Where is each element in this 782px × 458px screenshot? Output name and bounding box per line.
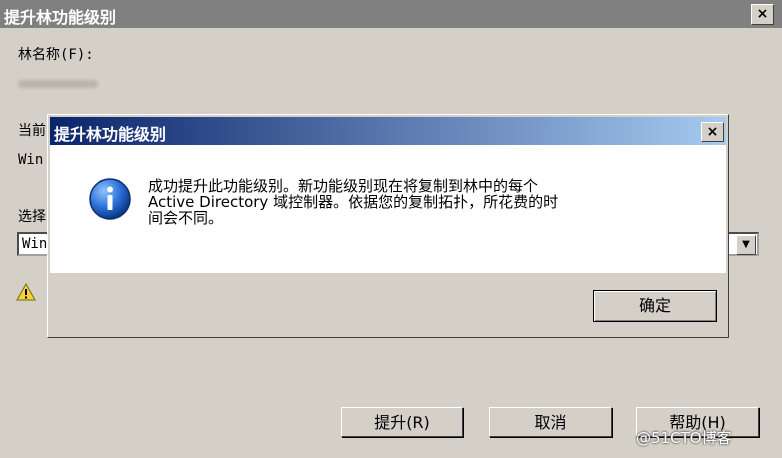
dialog-close-button[interactable]: × — [701, 122, 724, 142]
chevron-down-icon[interactable]: ▼ — [736, 235, 756, 255]
dialog-message: 成功提升此功能级别。新功能级别现在将复制到林中的每个 Active Direct… — [148, 177, 559, 227]
ok-button[interactable]: 确定 — [593, 290, 717, 322]
current-level-label: 当前 — [18, 123, 46, 139]
cancel-button[interactable]: 取消 — [489, 407, 612, 437]
dialog-title-bar[interactable]: 提升林功能级别 × — [50, 117, 726, 145]
info-icon — [89, 178, 131, 220]
background-window-title: 提升林功能级别 — [4, 8, 117, 27]
dialog-message-area: 成功提升此功能级别。新功能级别现在将复制到林中的每个 Active Direct… — [50, 145, 726, 273]
forest-name-value-redacted — [18, 80, 98, 88]
select-level-label: 选择 — [18, 209, 46, 225]
raise-button[interactable]: 提升(R) — [341, 407, 463, 437]
background-close-button[interactable]: × — [751, 4, 774, 25]
background-title-bar: 提升林功能级别 × — [0, 0, 782, 28]
watermark: @51CTO博客 — [636, 429, 732, 447]
current-level-value: Win — [18, 152, 44, 168]
functional-level-select-value: Win — [22, 236, 48, 252]
info-dialog: 提升林功能级别 × 成功提升此功能级别。新功能级别现在将复制到林中的每个 Act… — [47, 114, 729, 338]
warning-icon — [16, 283, 36, 301]
dialog-title: 提升林功能级别 — [54, 125, 167, 144]
forest-name-label: 林名称(F): — [18, 47, 94, 63]
